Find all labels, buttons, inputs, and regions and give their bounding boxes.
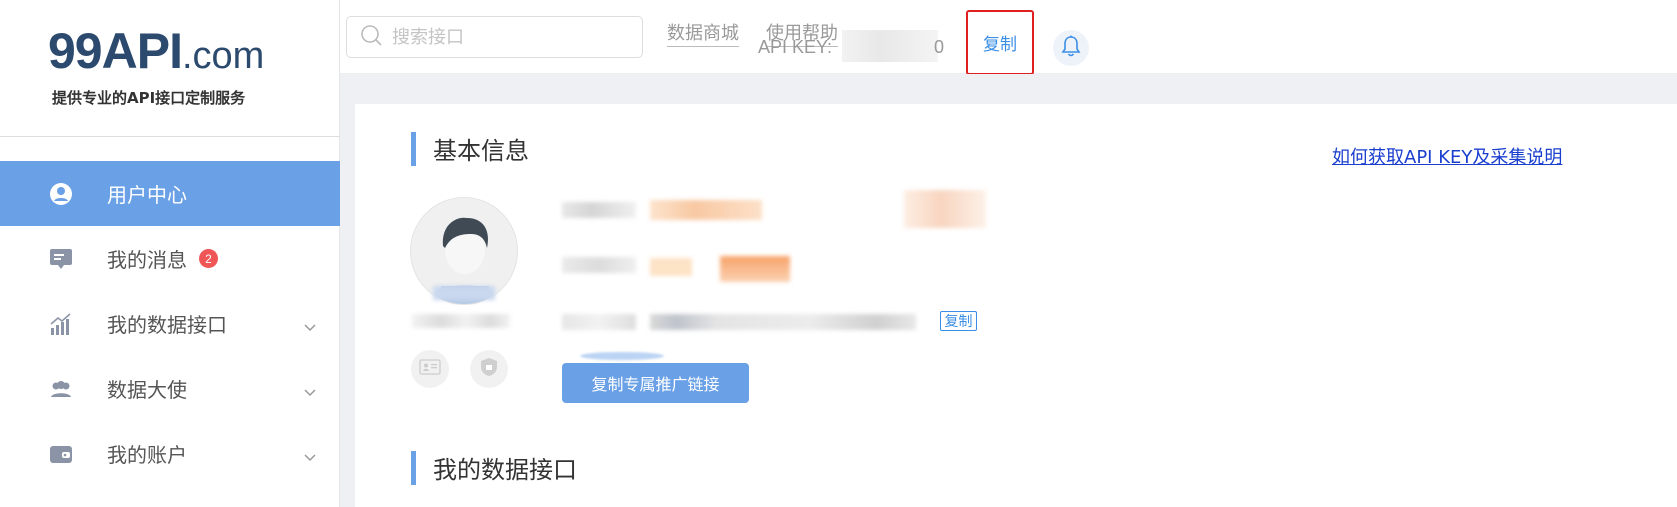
data-api-heading: 我的数据接口 <box>411 450 577 485</box>
message-icon <box>49 247 73 271</box>
copy-promo-link-main-button[interactable]: 复制专属推广链接 <box>562 363 749 403</box>
basic-info-heading: 基本信息 <box>411 131 529 166</box>
promo-link-label-redacted <box>562 314 636 330</box>
wallet-icon <box>49 442 73 466</box>
sidebar-item-label: 我的账户 <box>107 443 187 467</box>
chevron-down-icon <box>304 382 316 401</box>
sidebar: 99API.com 提供专业的API接口定制服务 用户中心 我的消息 2 我的数… <box>0 0 340 507</box>
sidebar-item-user-center[interactable]: 用户中心 <box>0 161 340 226</box>
username-redacted <box>412 314 510 328</box>
api-key-label: API KEY: <box>758 37 833 57</box>
notification-button[interactable] <box>1053 30 1089 66</box>
section-title: 我的数据接口 <box>433 456 577 484</box>
search-box <box>346 16 643 58</box>
avatar-caption-redacted <box>433 286 495 300</box>
chart-icon <box>49 312 73 336</box>
sidebar-item-data-ambassador[interactable]: 数据大使 <box>0 356 340 421</box>
unread-badge: 2 <box>199 249 218 268</box>
info-value-redacted <box>650 200 762 220</box>
divider <box>0 136 340 137</box>
copy-promo-link-button[interactable]: 复制 <box>940 311 977 331</box>
api-key-tail: 0 <box>934 37 945 57</box>
sidebar-item-my-account[interactable]: 我的账户 <box>0 421 340 486</box>
upgrade-button-redacted <box>720 256 790 282</box>
chevron-down-icon <box>304 317 316 336</box>
api-key-help-link[interactable]: 如何获取API KEY及采集说明 <box>1332 143 1562 169</box>
sidebar-item-label: 数据大使 <box>107 378 187 402</box>
promo-link-value-redacted <box>650 314 916 330</box>
sidebar-item-my-data-api[interactable]: 我的数据接口 <box>0 291 340 356</box>
security-button[interactable] <box>470 350 508 388</box>
search-input[interactable] <box>392 26 632 48</box>
sidebar-item-messages[interactable]: 我的消息 2 <box>0 226 340 291</box>
shield-icon <box>480 357 498 381</box>
heading-accent-bar <box>411 131 416 166</box>
info-label-redacted <box>562 202 636 218</box>
api-key-value-redacted <box>842 30 938 62</box>
sidebar-item-label: 我的消息 <box>107 248 187 272</box>
heading-accent-bar <box>411 450 416 485</box>
section-title: 基本信息 <box>433 137 529 165</box>
user-icon <box>49 182 73 206</box>
group-icon <box>49 377 73 401</box>
chevron-down-icon <box>304 447 316 466</box>
member-level-value-redacted <box>650 258 692 276</box>
id-card-icon <box>419 359 441 379</box>
logo[interactable]: 99API.com 提供专业的API接口定制服务 <box>48 26 264 108</box>
logo-text: 99API.com <box>48 23 265 79</box>
sidebar-menu: 用户中心 我的消息 2 我的数据接口 数据大使 我的账户 <box>0 161 340 486</box>
member-level-label-redacted <box>562 257 636 273</box>
info-extra-redacted <box>904 190 986 228</box>
search-icon <box>360 24 382 50</box>
decorative-shadow <box>580 352 664 360</box>
sidebar-item-label: 我的数据接口 <box>107 313 227 337</box>
sidebar-item-label: 用户中心 <box>107 183 187 207</box>
id-card-button[interactable] <box>411 350 449 388</box>
logo-tagline: 提供专业的API接口定制服务 <box>52 89 246 107</box>
bell-icon <box>1061 35 1081 61</box>
copy-api-key-button[interactable]: 复制 <box>966 10 1034 75</box>
data-mall-link[interactable]: 数据商城 <box>667 22 739 47</box>
